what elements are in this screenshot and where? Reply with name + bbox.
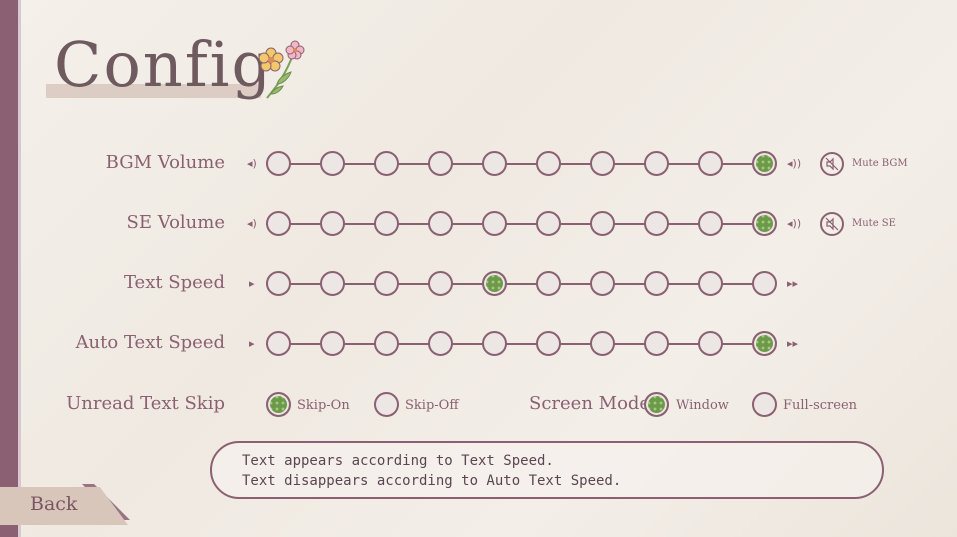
text-speed-step-3[interactable] [374,271,399,296]
speaker-muted-icon [825,217,839,231]
auto-text-speed-step-9[interactable] [698,331,723,356]
se-step-9[interactable] [698,211,723,236]
bgm-step-7[interactable] [590,151,615,176]
mute-bgm-label: Mute BGM [852,158,908,169]
text-speed-step-5[interactable] [482,271,507,296]
screen-mode-label: Screen Mode [529,393,651,414]
fast-forward-icon: ▸▸ [787,337,799,350]
volume-down-icon: ◂) [247,217,257,230]
auto-text-speed-step-3[interactable] [374,331,399,356]
window-mode-label: Window [676,398,729,413]
info-text-box: Text appears according to Text Speed. Te… [210,441,884,499]
auto-text-speed-step-7[interactable] [590,331,615,356]
auto-text-speed-step-2[interactable] [320,331,345,356]
se-step-2[interactable] [320,211,345,236]
bgm-step-2[interactable] [320,151,345,176]
mute-se-button[interactable] [820,212,844,236]
volume-up-icon: ◂)) [787,217,802,230]
se-step-7[interactable] [590,211,615,236]
se-step-6[interactable] [536,211,561,236]
auto-text-speed-step-10[interactable] [752,331,777,356]
bgm-step-1[interactable] [266,151,291,176]
auto-text-speed-step-8[interactable] [644,331,669,356]
left-accent-edge [18,0,21,537]
text-speed-step-6[interactable] [536,271,561,296]
text-speed-step-4[interactable] [428,271,453,296]
se-step-10[interactable] [752,211,777,236]
bgm-step-8[interactable] [644,151,669,176]
fullscreen-mode-radio[interactable] [752,392,777,417]
bgm-step-6[interactable] [536,151,561,176]
back-button[interactable]: Back [0,487,128,525]
skip-on-label: Skip-On [297,398,350,413]
fast-forward-icon: ▸▸ [787,277,799,290]
skip-off-radio[interactable] [374,392,399,417]
se-step-4[interactable] [428,211,453,236]
mute-se-label: Mute SE [852,218,896,229]
text-speed-step-2[interactable] [320,271,345,296]
volume-down-icon: ◂) [247,157,257,170]
speaker-muted-icon [825,157,839,171]
slow-play-icon: ▸ [249,337,255,350]
auto-text-speed-step-1[interactable] [266,331,291,356]
text-speed-step-1[interactable] [266,271,291,296]
unread-text-skip-label: Unread Text Skip [66,393,225,414]
left-accent-bar [0,0,18,537]
back-button-label: Back [30,493,78,515]
text-speed-label: Text Speed [123,272,225,293]
auto-text-speed-step-4[interactable] [428,331,453,356]
se-volume-label: SE Volume [126,212,225,233]
bgm-step-4[interactable] [428,151,453,176]
mute-bgm-button[interactable] [820,152,844,176]
bgm-step-3[interactable] [374,151,399,176]
se-step-3[interactable] [374,211,399,236]
auto-text-speed-label: Auto Text Speed [75,332,225,353]
volume-up-icon: ◂)) [787,157,802,170]
flower-decoration-icon [258,40,305,99]
se-step-8[interactable] [644,211,669,236]
text-speed-step-8[interactable] [644,271,669,296]
page-title: Config [54,28,274,101]
fullscreen-mode-label: Full-screen [783,398,858,413]
se-step-1[interactable] [266,211,291,236]
info-line-2: Text disappears according to Auto Text S… [242,473,622,489]
bgm-step-10[interactable] [752,151,777,176]
text-speed-step-7[interactable] [590,271,615,296]
info-line-1: Text appears according to Text Speed. [242,453,554,469]
text-speed-step-9[interactable] [698,271,723,296]
text-speed-step-10[interactable] [752,271,777,296]
auto-text-speed-step-6[interactable] [536,331,561,356]
se-step-5[interactable] [482,211,507,236]
bgm-step-5[interactable] [482,151,507,176]
slow-play-icon: ▸ [249,277,255,290]
skip-on-radio[interactable] [266,392,291,417]
skip-off-label: Skip-Off [405,398,459,413]
window-mode-radio[interactable] [644,392,669,417]
auto-text-speed-step-5[interactable] [482,331,507,356]
bgm-step-9[interactable] [698,151,723,176]
bgm-volume-label: BGM Volume [105,152,225,173]
